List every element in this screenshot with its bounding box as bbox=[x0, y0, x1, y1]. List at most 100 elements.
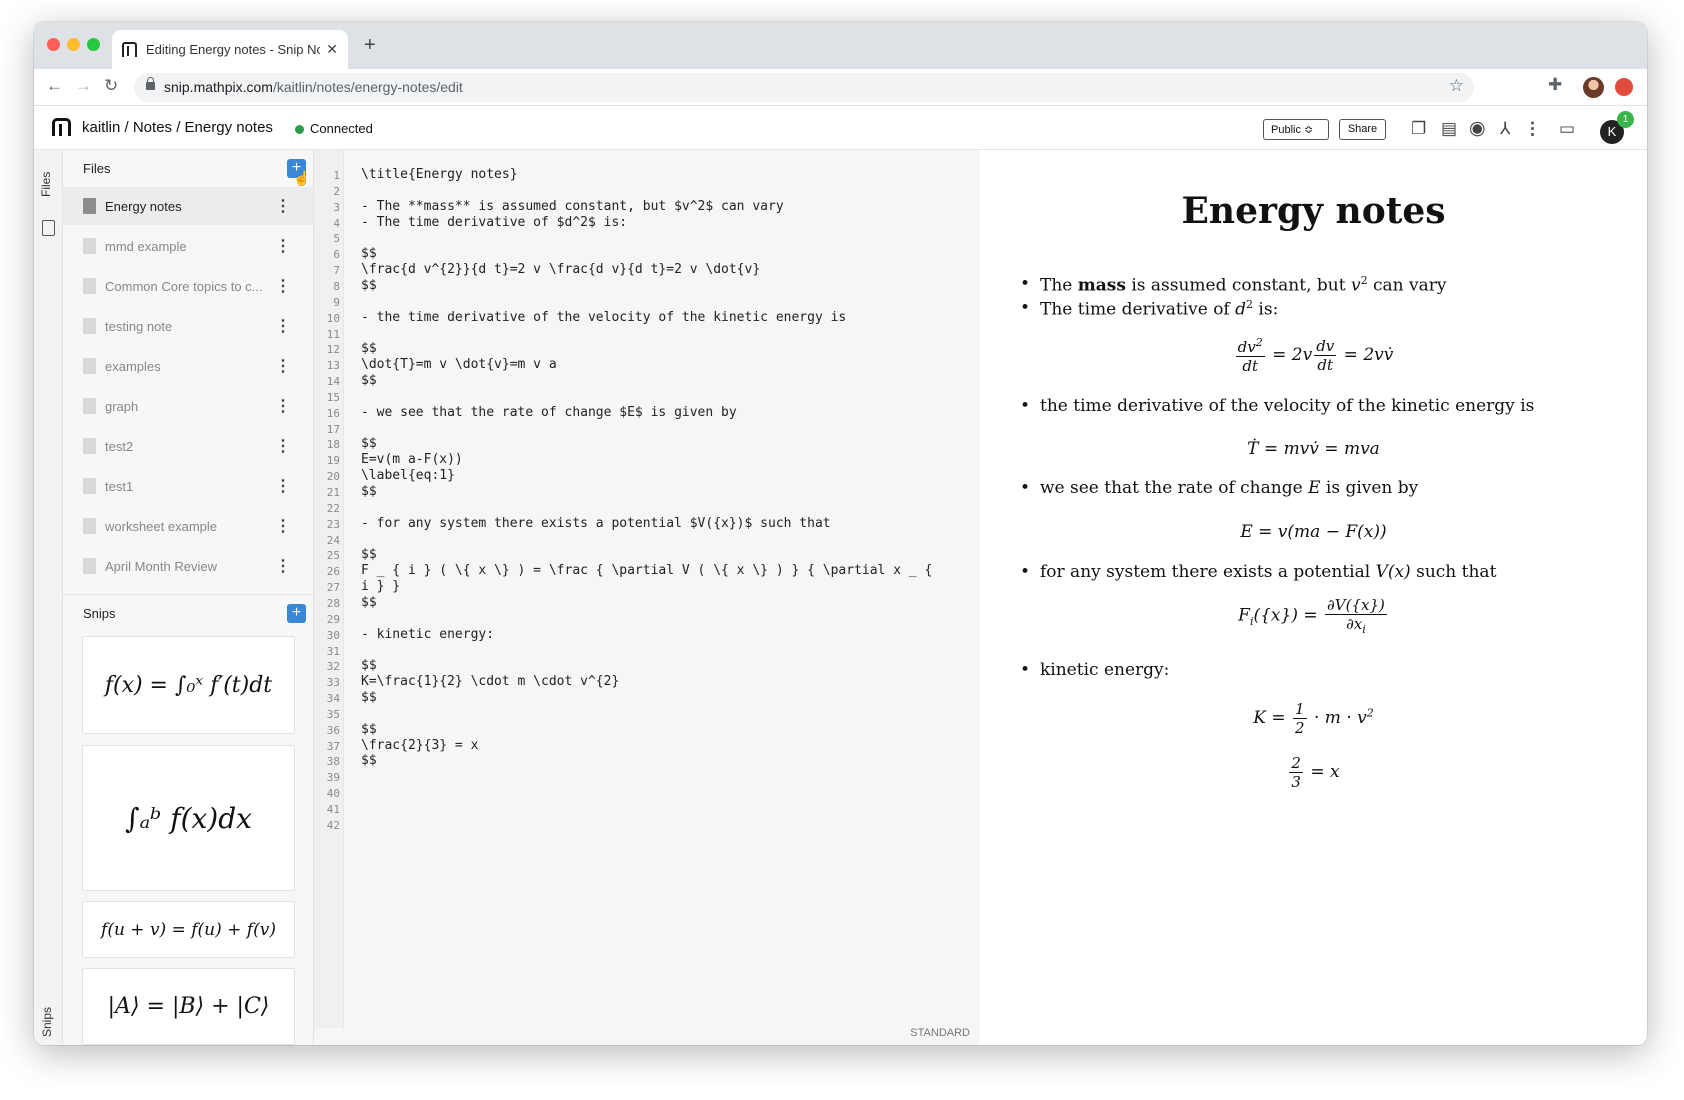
file-item-mmd-example[interactable]: mmd example ⋮ bbox=[63, 227, 313, 265]
more-menu-icon[interactable]: ⋮ bbox=[1524, 119, 1541, 139]
code-line[interactable]: $$ bbox=[361, 690, 377, 705]
back-arrow-icon[interactable]: ← bbox=[46, 76, 63, 96]
code-line[interactable]: E=v(m a-F(x)) bbox=[361, 452, 463, 467]
file-name: graph bbox=[105, 399, 139, 414]
share-button[interactable]: Share bbox=[1339, 119, 1386, 140]
code-line[interactable]: \frac{2}{3} = x bbox=[361, 738, 478, 753]
kebab-menu-icon[interactable]: ⋮ bbox=[275, 196, 291, 216]
browser-profile-avatar[interactable] bbox=[1583, 77, 1604, 98]
code-line[interactable]: - The **mass** is assumed constant, but … bbox=[361, 199, 784, 214]
code-line[interactable]: \dot{T}=m v \dot{v}=m v a bbox=[361, 357, 557, 372]
code-line[interactable]: $$ bbox=[361, 246, 377, 261]
code-line[interactable]: $$ bbox=[361, 484, 377, 499]
code-line[interactable]: i } } bbox=[361, 579, 400, 594]
code-line[interactable]: $$ bbox=[361, 753, 377, 768]
file-icon[interactable] bbox=[42, 220, 55, 236]
file-item-testing-note[interactable]: testing note ⋮ bbox=[63, 307, 313, 345]
line-number: 21 bbox=[326, 486, 340, 499]
line-number: 7 bbox=[333, 264, 340, 278]
reload-icon[interactable]: ↻ bbox=[104, 76, 118, 96]
code-line[interactable]: - kinetic energy: bbox=[361, 627, 494, 642]
document-icon bbox=[83, 518, 96, 534]
kebab-menu-icon[interactable]: ⋮ bbox=[275, 516, 291, 536]
copy-icon[interactable]: ❐ bbox=[1411, 119, 1426, 139]
extensions-puzzle-icon[interactable]: ✚ bbox=[1548, 75, 1562, 95]
close-window-button[interactable] bbox=[47, 38, 60, 51]
code-line[interactable]: \title{Energy notes} bbox=[361, 167, 518, 182]
browser-tab[interactable]: Editing Energy notes - Snip Notes ✕ bbox=[112, 30, 348, 69]
file-item-test1[interactable]: test1 ⋮ bbox=[63, 467, 313, 505]
code-line[interactable]: $$ bbox=[361, 595, 377, 610]
rail-files-tab[interactable]: Files bbox=[39, 172, 53, 197]
notification-badge[interactable]: 1 bbox=[1617, 111, 1634, 128]
eye-icon[interactable]: ◉ bbox=[1469, 117, 1486, 140]
code-line[interactable]: \frac{d v^{2}}{d t}=2 v \frac{d v}{d t}=… bbox=[361, 262, 760, 277]
kebab-menu-icon[interactable]: ⋮ bbox=[275, 436, 291, 456]
file-item-april-month-review[interactable]: April Month Review ⋮ bbox=[63, 547, 313, 585]
kebab-menu-icon[interactable]: ⋮ bbox=[275, 396, 291, 416]
kebab-menu-icon[interactable]: ⋮ bbox=[275, 316, 291, 336]
kebab-menu-icon[interactable]: ⋮ bbox=[275, 556, 291, 576]
code-line[interactable]: $$ bbox=[361, 436, 377, 451]
math-var: E bbox=[1308, 478, 1321, 498]
code-line[interactable]: $$ bbox=[361, 373, 377, 388]
code-line[interactable]: - we see that the rate of change $E$ is … bbox=[361, 405, 737, 420]
preview-equation-2: Ṫ = mvv̇ = mva bbox=[1247, 439, 1380, 459]
snip-card[interactable]: f(x) = ∫₀ˣ f′(t)dt bbox=[82, 636, 295, 734]
code-line[interactable]: $$ bbox=[361, 547, 377, 562]
minimize-window-button[interactable] bbox=[67, 38, 80, 51]
add-snip-button[interactable]: + bbox=[287, 604, 306, 623]
preview-bullet: The mass is assumed constant, but v2 can… bbox=[1020, 274, 1446, 296]
rail-snips-tab[interactable]: Snips bbox=[40, 1007, 54, 1037]
code-line[interactable]: $$ bbox=[361, 341, 377, 356]
mathpix-logo-icon[interactable] bbox=[52, 118, 71, 136]
kebab-menu-icon[interactable]: ⋮ bbox=[275, 236, 291, 256]
file-item-test2[interactable]: test2 ⋮ bbox=[63, 427, 313, 465]
pdf-icon[interactable]: ⅄ bbox=[1500, 119, 1510, 139]
file-item-energy-notes[interactable]: Energy notes ⋮ bbox=[63, 187, 313, 225]
files-sidebar: Files + ☝ Energy notes ⋮ mmd example ⋮ C… bbox=[63, 150, 314, 1045]
code-line[interactable]: - The time derivative of $d^2$ is: bbox=[361, 215, 627, 230]
file-item-graph[interactable]: graph ⋮ bbox=[63, 387, 313, 425]
code-line[interactable]: - the time derivative of the velocity of… bbox=[361, 310, 846, 325]
line-number: 34 bbox=[326, 692, 340, 706]
url-text[interactable]: snip.mathpix.com/kaitlin/notes/energy-no… bbox=[164, 79, 463, 95]
document-icon[interactable]: ▤ bbox=[1441, 119, 1457, 139]
line-number: 29 bbox=[326, 612, 340, 626]
code-line[interactable]: F _ { i } ( \{ x \} ) = \frac { \partial… bbox=[361, 563, 932, 578]
file-item-examples[interactable]: examples ⋮ bbox=[63, 347, 313, 385]
code-line[interactable]: $$ bbox=[361, 658, 377, 673]
close-tab-icon[interactable]: ✕ bbox=[326, 41, 338, 58]
address-bar[interactable]: snip.mathpix.com/kaitlin/notes/energy-no… bbox=[134, 73, 1474, 102]
code-line[interactable]: - for any system there exists a potentia… bbox=[361, 516, 831, 531]
kebab-menu-icon[interactable]: ⋮ bbox=[275, 276, 291, 296]
snip-card[interactable]: |A⟩ = |B⟩ + |C⟩ bbox=[82, 968, 295, 1045]
text: The bbox=[1040, 275, 1078, 296]
maximize-window-button[interactable] bbox=[87, 38, 100, 51]
extension-icon[interactable] bbox=[1615, 78, 1633, 96]
line-number: 39 bbox=[326, 771, 340, 785]
document-icon bbox=[83, 358, 96, 374]
preview-bullet: the time derivative of the velocity of t… bbox=[1020, 396, 1534, 416]
breadcrumb[interactable]: kaitlin / Notes / Energy notes bbox=[82, 119, 273, 136]
browser-window: Editing Energy notes - Snip Notes ✕ + ← … bbox=[34, 22, 1647, 1045]
code-editor[interactable]: 1 2 3 4 5 6 7 8 9 10 11 12 13 14 15 16 17 18 19 20 21 22 23 24 2… bbox=[314, 150, 980, 1045]
code-line[interactable]: $$ bbox=[361, 722, 377, 737]
kebab-menu-icon[interactable]: ⋮ bbox=[275, 356, 291, 376]
file-item-common-core[interactable]: Common Core topics to c... ⋮ bbox=[63, 267, 313, 305]
comment-icon[interactable]: ▭ bbox=[1559, 119, 1575, 139]
code-line[interactable]: \label{eq:1} bbox=[361, 468, 455, 483]
code-line[interactable]: K=\frac{1}{2} \cdot m \cdot v^{2} bbox=[361, 674, 619, 689]
visibility-select[interactable]: Public ≎ bbox=[1263, 119, 1329, 140]
code-line[interactable]: $$ bbox=[361, 278, 377, 293]
new-tab-icon[interactable]: + bbox=[364, 34, 376, 57]
url-path: /kaitlin/notes/energy-notes/edit bbox=[272, 79, 463, 95]
snip-card[interactable]: f(u + v) = f(u) + f(v) bbox=[82, 901, 295, 958]
bookmark-star-icon[interactable]: ☆ bbox=[1449, 76, 1464, 96]
file-item-worksheet-example[interactable]: worksheet example ⋮ bbox=[63, 507, 313, 545]
kebab-menu-icon[interactable]: ⋮ bbox=[275, 476, 291, 496]
line-number: 38 bbox=[326, 755, 340, 769]
preview-bullet: The time derivative of d2 is: bbox=[1020, 298, 1278, 320]
snip-card[interactable]: ∫ₐᵇ f(x)dx bbox=[82, 745, 295, 891]
forward-arrow-icon[interactable]: → bbox=[75, 76, 92, 96]
